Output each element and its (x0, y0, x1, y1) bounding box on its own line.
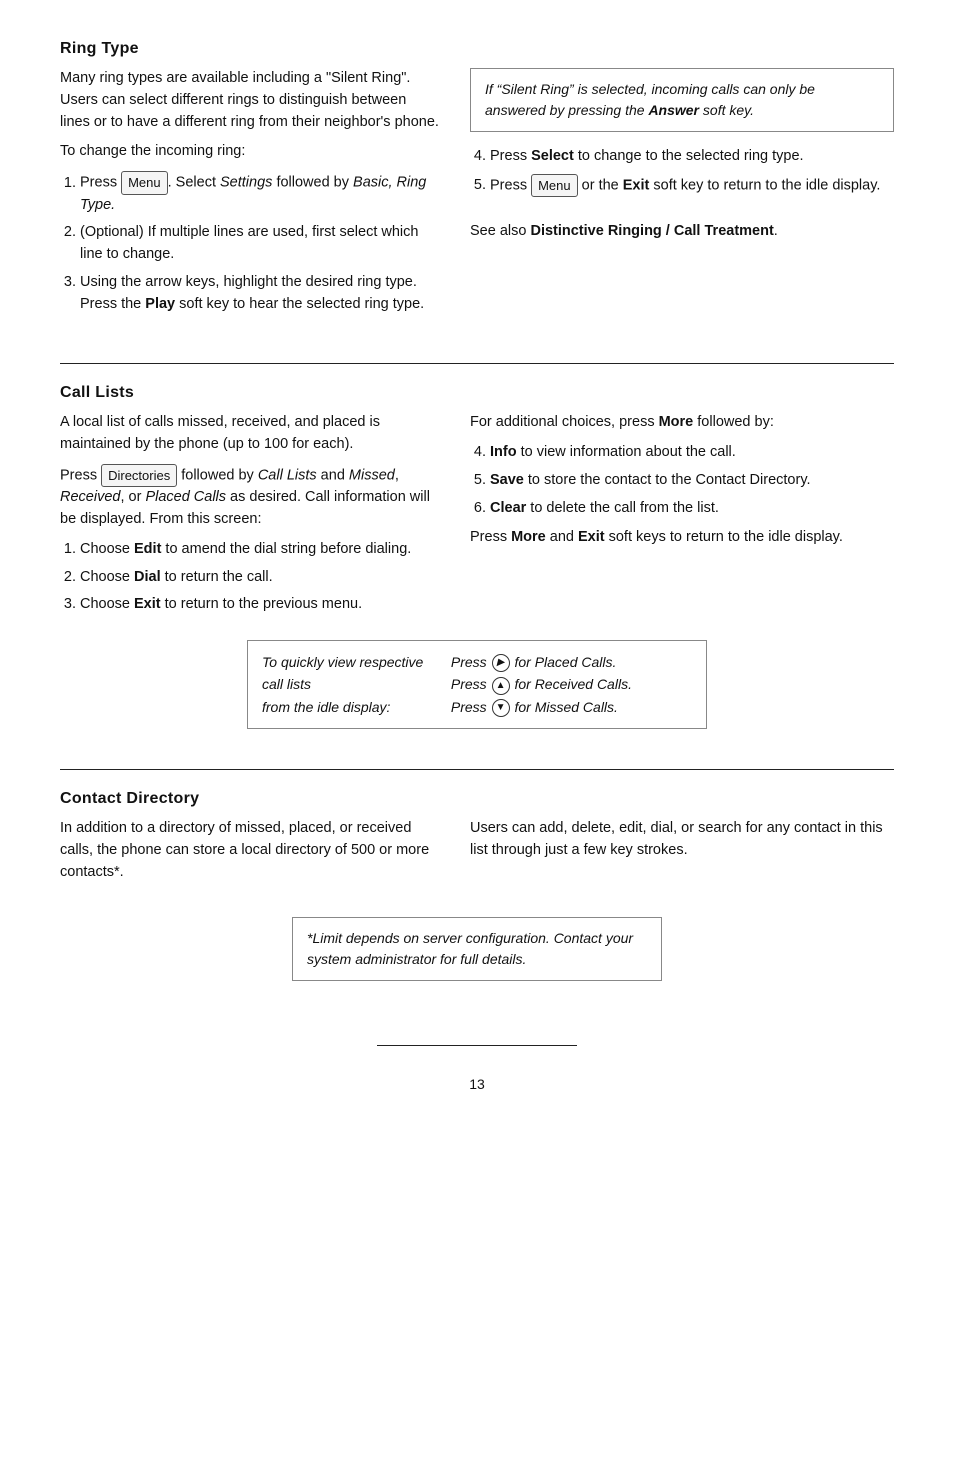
directories-key[interactable]: Directories (101, 464, 177, 488)
ring-type-step-2: (Optional) If multiple lines are used, f… (80, 222, 440, 266)
contact-directory-right-text: Users can add, delete, edit, dial, or se… (470, 818, 894, 862)
menu-key-2[interactable]: Menu (531, 174, 578, 198)
ring-type-info-box: If “Silent Ring” is selected, incoming c… (470, 68, 894, 132)
bottom-divider (377, 1045, 577, 1046)
contact-directory-right-col: Users can add, delete, edit, dial, or se… (470, 818, 894, 891)
arrow-up-icon: ▲ (492, 677, 510, 695)
call-lists-exit-note: Press More and Exit soft keys to return … (470, 527, 894, 549)
call-lists-bottom-box: To quickly view respective call lists fr… (247, 640, 707, 729)
call-lists-title: Call Lists (60, 384, 894, 402)
ring-type-step-3: Using the arrow keys, highlight the desi… (80, 272, 440, 316)
call-lists-step-2: Choose Dial to return the call. (80, 567, 440, 589)
contact-directory-info-text: *Limit depends on server configuration. … (307, 930, 633, 967)
ring-type-section: Ring Type Many ring types are available … (60, 40, 894, 343)
arrow-right-icon: ▶ (492, 654, 510, 672)
step1-select: . Select (168, 175, 220, 191)
ring-type-intro: Many ring types are available including … (60, 68, 440, 133)
call-lists-step-5: Save to store the contact to the Contact… (490, 470, 894, 492)
call-lists-step-3: Choose Exit to return to the previous me… (80, 594, 440, 616)
call-lists-bottom-box-container: To quickly view respective call lists fr… (60, 640, 894, 729)
step1-settings: Settings (220, 175, 272, 191)
see-also: See also Distinctive Ringing / Call Trea… (470, 221, 894, 243)
ring-type-step-1: Press Menu. Select Settings followed by … (80, 171, 440, 216)
ring-type-right-col: If “Silent Ring” is selected, incoming c… (470, 68, 894, 323)
call-lists-step-6: Clear to delete the call from the list. (490, 498, 894, 520)
contact-directory-section: Contact Directory In addition to a direc… (60, 790, 894, 1015)
contact-directory-info-box: *Limit depends on server configuration. … (292, 917, 662, 981)
page-number: 13 (60, 1076, 894, 1092)
call-lists-steps-right: Info to view information about the call.… (490, 442, 894, 519)
call-lists-steps-left: Choose Edit to amend the dial string bef… (80, 539, 440, 616)
contact-directory-left-text: In addition to a directory of missed, pl… (60, 818, 440, 883)
contact-directory-left-col: In addition to a directory of missed, pl… (60, 818, 440, 891)
call-lists-right-col: For additional choices, press More follo… (470, 412, 894, 624)
call-lists-step-4: Info to view information about the call. (490, 442, 894, 464)
arrow-down-icon: ▼ (492, 699, 510, 717)
call-lists-section: Call Lists A local list of calls missed,… (60, 384, 894, 749)
ring-type-left-col: Many ring types are available including … (60, 68, 440, 323)
ring-type-steps-right: Press Select to change to the selected r… (490, 146, 894, 197)
step1-fol: followed by (272, 175, 353, 191)
ring-type-title: Ring Type (60, 40, 894, 58)
ring-type-step-4: Press Select to change to the selected r… (490, 146, 894, 168)
contact-directory-box-container: *Limit depends on server configuration. … (60, 907, 894, 995)
call-lists-step-1: Choose Edit to amend the dial string bef… (80, 539, 440, 561)
bottom-box-right: Press ▶ for Placed Calls. Press ▲ for Re… (451, 651, 632, 718)
ring-type-steps-left: Press Menu. Select Settings followed by … (80, 171, 440, 315)
call-lists-press-intro: Press Directories followed by Call Lists… (60, 464, 440, 531)
call-lists-intro: A local list of calls missed, received, … (60, 412, 440, 456)
call-lists-left-col: A local list of calls missed, received, … (60, 412, 440, 624)
menu-key-1[interactable]: Menu (121, 171, 168, 195)
divider-1 (60, 363, 894, 364)
bottom-box-left: To quickly view respective call lists fr… (262, 651, 447, 718)
step1-press: Press (80, 175, 121, 191)
call-lists-right-intro: For additional choices, press More follo… (470, 412, 894, 434)
divider-2 (60, 769, 894, 770)
contact-directory-title: Contact Directory (60, 790, 894, 808)
ring-type-step-5: Press Menu or the Exit soft key to retur… (490, 174, 894, 198)
ring-type-to-change: To change the incoming ring: (60, 141, 440, 163)
